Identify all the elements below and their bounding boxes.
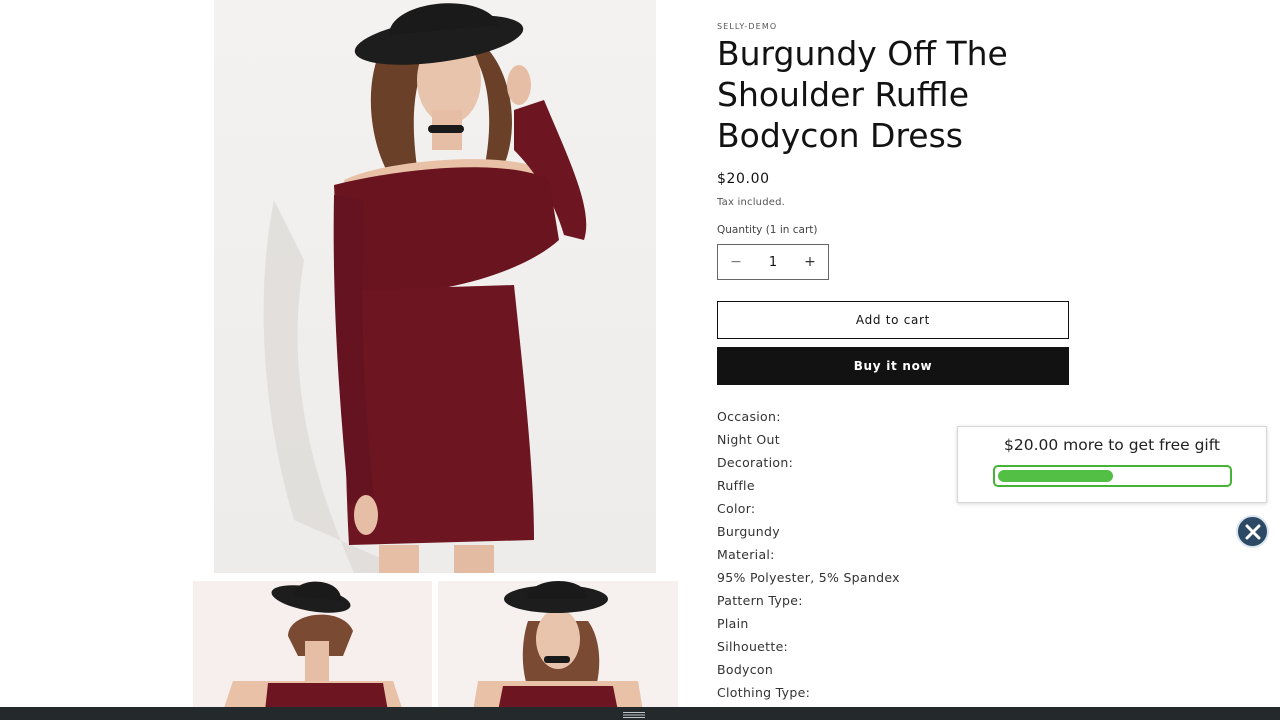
- quantity-stepper: − +: [717, 244, 829, 280]
- product-title: Burgundy Off The Shoulder Ruffle Bodycon…: [717, 34, 1008, 155]
- product-vendor: SELLY-DEMO: [717, 22, 778, 31]
- product-price: $20.00: [717, 171, 770, 187]
- description-line: Clothing Type:: [717, 685, 811, 700]
- description-line: Pattern Type:: [717, 593, 803, 608]
- description-line: Decoration:: [717, 455, 794, 470]
- quantity-decrease-button[interactable]: −: [718, 245, 754, 279]
- description-line: Bodycon: [717, 662, 774, 677]
- free-gift-popup[interactable]: $20.00 more to get free gift: [957, 426, 1267, 503]
- description-line: Ruffle: [717, 478, 755, 493]
- description-line: Burgundy: [717, 524, 780, 539]
- description-line: Night Out: [717, 432, 780, 447]
- buy-it-now-button[interactable]: Buy it now: [717, 347, 1069, 385]
- description-line: Material:: [717, 547, 775, 562]
- product-main-image[interactable]: [214, 0, 656, 573]
- drag-handle-icon[interactable]: [623, 712, 645, 718]
- free-gift-progress-fill: [998, 470, 1113, 482]
- description-line: Plain: [717, 616, 749, 631]
- tax-note: Tax included.: [717, 197, 786, 208]
- product-thumbnail-back[interactable]: [193, 581, 432, 711]
- description-line: Silhouette:: [717, 639, 789, 654]
- quantity-input[interactable]: [754, 245, 792, 279]
- description-line: Occasion:: [717, 409, 781, 424]
- free-gift-progress-bar: [993, 465, 1232, 487]
- close-icon: [1245, 524, 1261, 540]
- close-popup-button[interactable]: [1236, 515, 1269, 548]
- product-thumbnail-front[interactable]: [438, 581, 678, 711]
- bottom-bar: [0, 707, 1280, 720]
- free-gift-message: $20.00 more to get free gift: [1003, 436, 1220, 454]
- product-description: Occasion: Night Out Decoration: Ruffle C…: [717, 405, 900, 704]
- description-line: 95% Polyester, 5% Spandex: [717, 570, 900, 585]
- quantity-increase-button[interactable]: +: [792, 245, 828, 279]
- add-to-cart-button[interactable]: Add to cart: [717, 301, 1069, 339]
- quantity-label: Quantity (1 in cart): [717, 224, 818, 236]
- description-line: Color:: [717, 501, 756, 516]
